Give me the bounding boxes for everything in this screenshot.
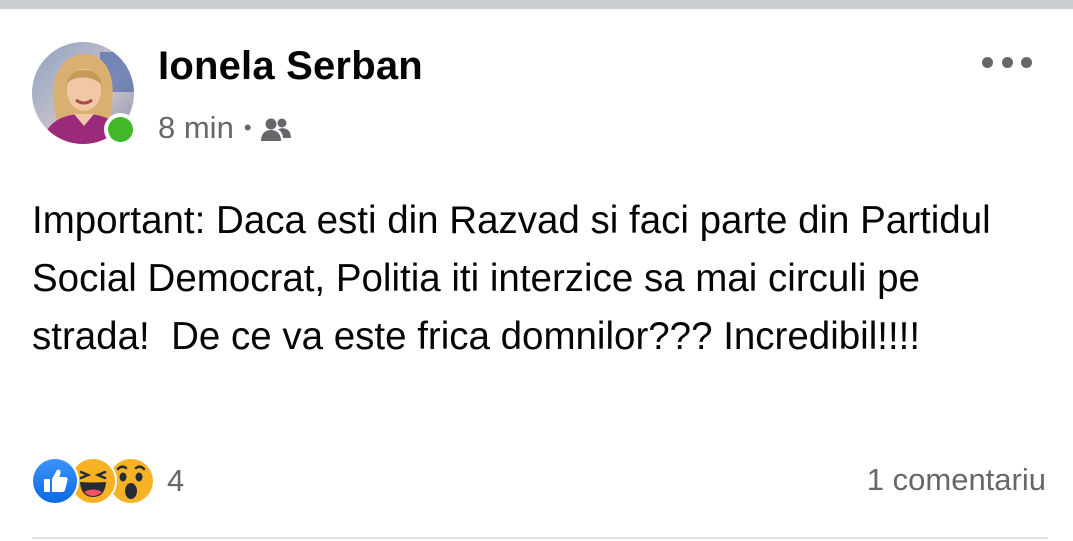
comments-count-link[interactable]: 1 comentariu (867, 462, 1046, 498)
avatar[interactable] (32, 42, 137, 146)
reaction-count: 4 (167, 463, 185, 498)
more-dot-icon (1021, 56, 1032, 68)
post-meta: 8 min • (158, 108, 292, 148)
like-icon (31, 457, 79, 505)
post-card: Ionela Serban 8 min • Important: Daca es… (0, 0, 1073, 541)
friends-icon[interactable] (260, 115, 292, 141)
post-timestamp[interactable]: 8 min (158, 110, 234, 146)
reactions-summary[interactable]: 4 (31, 457, 185, 505)
post-body-text: Important: Daca esti din Razvad si faci … (32, 199, 1002, 358)
meta-separator: • (243, 115, 252, 140)
more-options-button[interactable] (982, 50, 1032, 74)
more-dot-icon (1001, 56, 1013, 68)
more-dot-icon (982, 56, 993, 68)
online-status-indicator (104, 113, 137, 146)
feed-separator (0, 0, 1073, 9)
actions-divider (32, 537, 1048, 539)
author-name[interactable]: Ionela Serban (158, 44, 423, 89)
